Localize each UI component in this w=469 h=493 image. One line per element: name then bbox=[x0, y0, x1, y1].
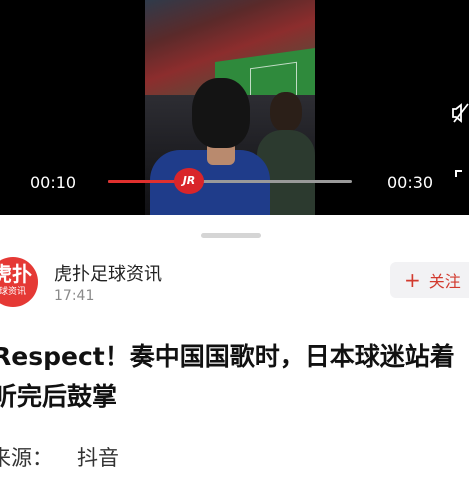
current-time: 00:10 bbox=[30, 173, 77, 192]
follow-button[interactable]: + 关注 bbox=[390, 262, 469, 298]
avatar-logo-text: 虎扑 bbox=[0, 262, 32, 286]
article-title: Respect！奏中国国歌时，日本球迷站着听完后鼓掌 bbox=[0, 342, 455, 411]
mute-icon[interactable] bbox=[452, 102, 469, 124]
follow-label: 关注 bbox=[428, 272, 461, 291]
source-value: 抖音 bbox=[77, 446, 119, 470]
article-sheet: 虎扑 足球资讯 虎扑足球资讯 17:41 + 关注 Respect！奏中国国歌时… bbox=[0, 215, 469, 493]
drag-handle[interactable] bbox=[201, 233, 261, 238]
duration: 00:30 bbox=[387, 173, 434, 192]
author-name[interactable]: 虎扑足球资讯 bbox=[54, 260, 162, 286]
source-line: 来源： 抖音 bbox=[0, 442, 119, 472]
seek-thumb[interactable]: JR bbox=[174, 168, 204, 194]
video-player[interactable]: 00:10 JR 00:30 bbox=[0, 0, 469, 215]
plus-icon: + bbox=[404, 268, 421, 292]
fullscreen-icon[interactable] bbox=[455, 170, 469, 188]
post-time: 17:41 bbox=[54, 288, 95, 304]
avatar[interactable]: 虎扑 足球资讯 bbox=[0, 257, 38, 307]
avatar-logo-subtext: 足球资讯 bbox=[0, 287, 27, 297]
source-label: 来源： bbox=[0, 446, 53, 470]
